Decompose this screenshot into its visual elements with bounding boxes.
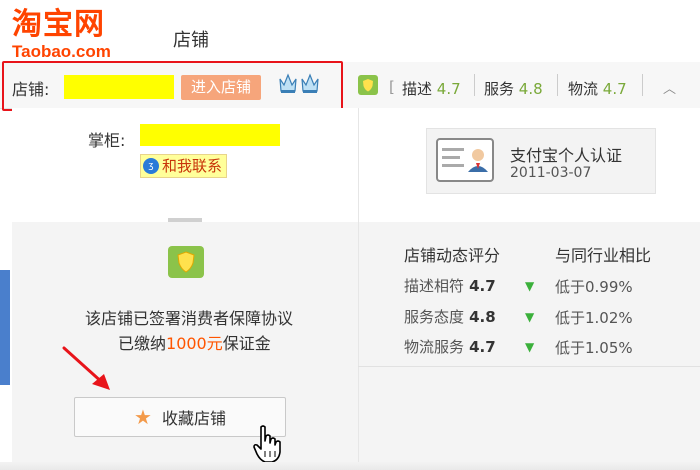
shield-icon <box>168 246 204 278</box>
deposit-suffix: 保证金 <box>222 334 271 353</box>
dsr-score: 4.7 <box>469 277 496 295</box>
divider <box>642 74 643 96</box>
bottom-edge <box>0 462 700 470</box>
red-arrow-annotation <box>62 346 110 390</box>
rating-label: 描述 <box>402 80 433 98</box>
dsr-title: 店铺动态评分 <box>404 246 501 265</box>
dsr-compare: 低于1.02% <box>555 309 633 327</box>
shopkeeper-name-redacted <box>140 124 280 146</box>
taobao-logo-domain[interactable]: Taobao.com <box>12 42 111 62</box>
dsr-label: 物流服务 <box>404 338 465 356</box>
dsr-score: 4.7 <box>469 338 496 356</box>
taobao-logo[interactable]: 淘宝网 <box>12 8 105 42</box>
dsr-compare: 低于1.05% <box>555 339 633 357</box>
hand-cursor-icon <box>253 425 281 463</box>
certification-date: 2011-03-07 <box>510 165 592 181</box>
dsr-row: 描述相符 4.7 <box>404 275 496 296</box>
compare-title: 与同行业相比 <box>555 246 652 265</box>
rating-bracket: [ <box>389 78 395 96</box>
divider <box>557 74 558 96</box>
shopkeeper-label: 掌柜: <box>88 131 126 150</box>
divider <box>474 74 475 96</box>
rating-value: 4.7 <box>602 80 627 98</box>
id-card-icon <box>436 138 494 182</box>
rating-value: 4.8 <box>518 80 543 98</box>
dsr-label: 描述相符 <box>404 277 465 295</box>
dsr-compare: 低于0.99% <box>555 278 633 296</box>
guarantee-text: 该店铺已签署消费者保障协议 <box>85 309 294 328</box>
deposit-prefix: 已缴纳 <box>118 334 167 353</box>
deposit-text: 已缴纳1000元保证金 <box>118 330 271 354</box>
certification-title: 支付宝个人认证 <box>510 146 623 165</box>
divider <box>168 218 202 222</box>
divider <box>358 366 700 367</box>
rating-label: 物流 <box>568 80 599 98</box>
dsr-label: 服务态度 <box>404 308 465 326</box>
down-arrow-icon: ▼ <box>525 310 535 324</box>
star-icon: ★ <box>134 405 152 429</box>
rating-value: 4.7 <box>436 80 461 98</box>
favorite-label: 收藏店铺 <box>161 409 226 428</box>
shield-icon <box>358 75 378 95</box>
rating-service: 服务 4.8 <box>484 78 543 99</box>
chat-icon: ʒ <box>143 158 159 174</box>
deposit-amount: 1000元 <box>166 334 223 353</box>
rating-describe: 描述 4.7 <box>402 78 461 99</box>
down-arrow-icon: ▼ <box>525 279 535 293</box>
page-title: 店铺 <box>173 30 209 51</box>
highlight-annotation-box <box>2 61 343 111</box>
down-arrow-icon: ▼ <box>525 340 535 354</box>
side-tab[interactable] <box>0 270 10 385</box>
dsr-row: 服务态度 4.8 <box>404 306 496 327</box>
dsr-score: 4.8 <box>469 308 496 326</box>
chevron-up-icon[interactable]: ︿ <box>663 78 676 97</box>
rating-label: 服务 <box>484 80 515 98</box>
contact-me-button[interactable]: ʒ 和我联系 <box>140 154 228 178</box>
rating-logistics: 物流 4.7 <box>568 78 627 99</box>
contact-label: 和我联系 <box>162 157 223 175</box>
dsr-row: 物流服务 4.7 <box>404 336 496 357</box>
